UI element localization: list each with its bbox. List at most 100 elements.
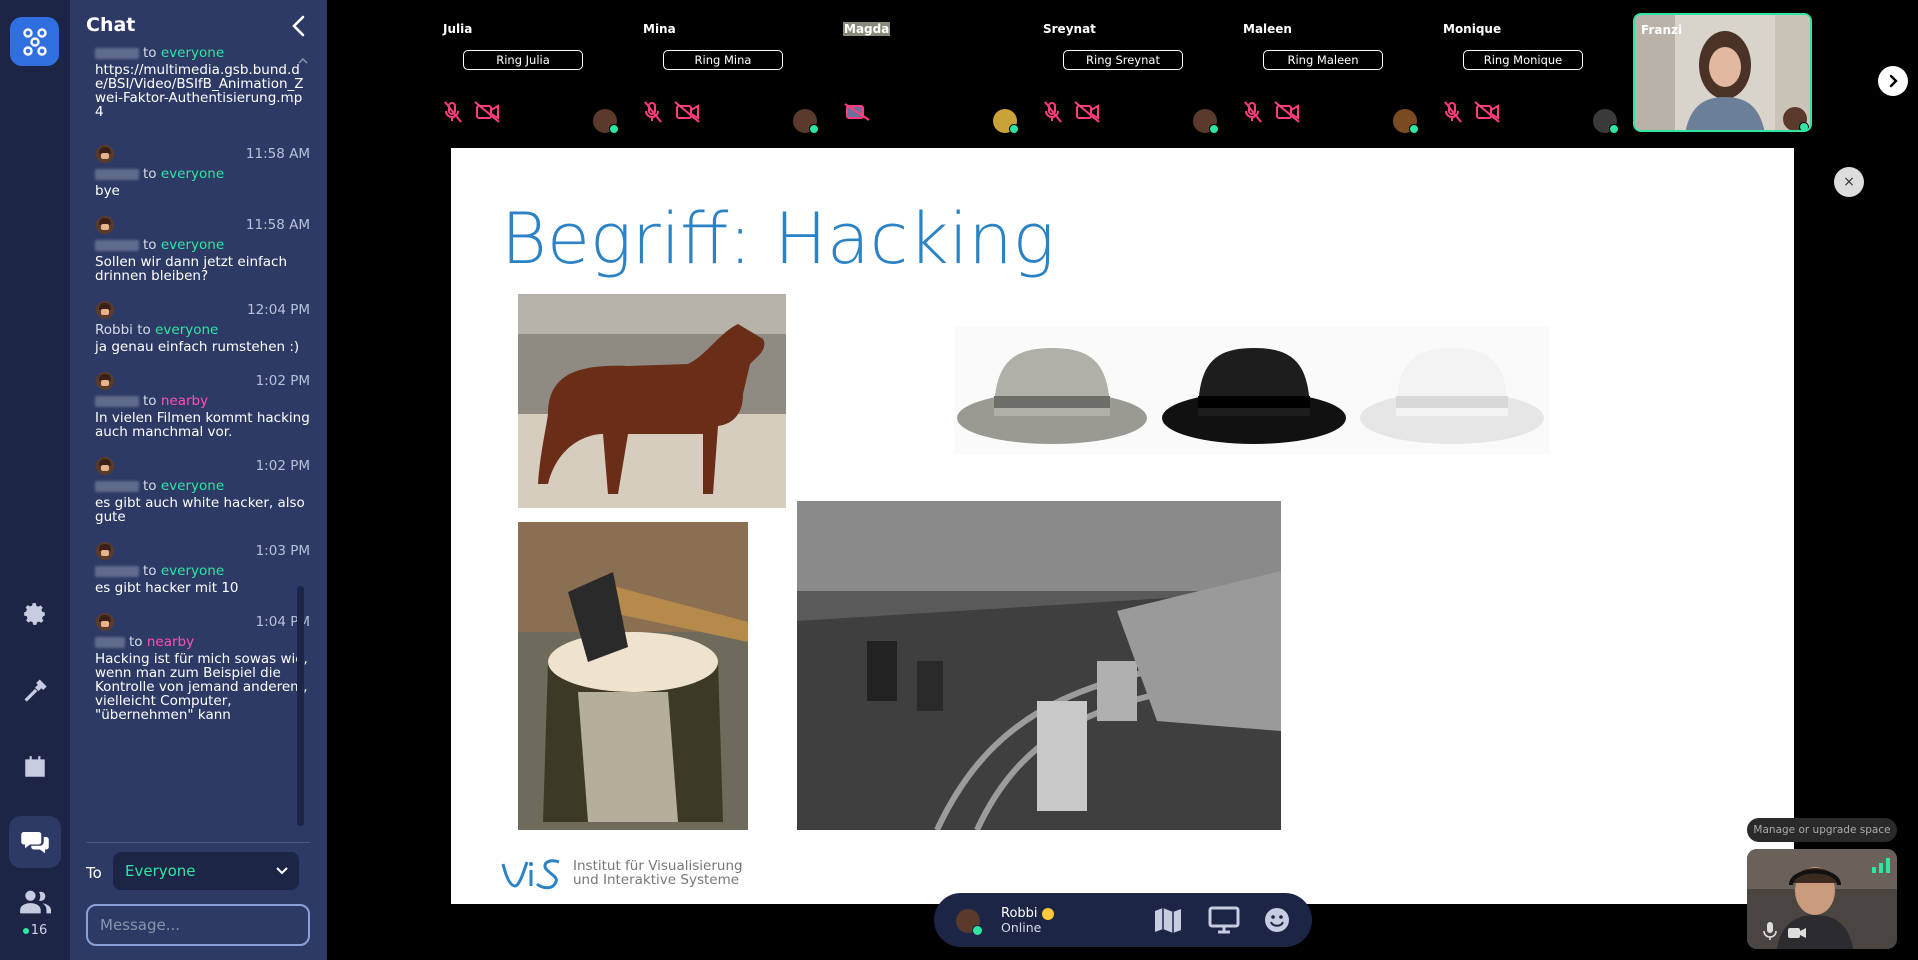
participant-avatar [1193, 109, 1219, 134]
audience-label: nearby [146, 634, 195, 650]
chat-panel: Chat to everyone https://multimedia.gsb.… [70, 0, 327, 960]
hammer-icon[interactable] [9, 664, 61, 716]
participant-tile[interactable]: Magda [843, 14, 1023, 136]
sender-name-blurred [95, 239, 139, 251]
recipient-value: Everyone [125, 862, 196, 880]
sender-avatar [95, 456, 115, 476]
message-input[interactable] [86, 904, 310, 946]
participant-tile[interactable]: Julia Ring Julia [443, 14, 623, 136]
institute-name: Institut für Visualisierung und Interakti… [573, 859, 743, 887]
chat-message-list: to everyone https://multimedia.gsb.bund.… [70, 46, 310, 836]
star-eyes-emoji-icon [1041, 907, 1054, 920]
participant-avatar [593, 109, 619, 134]
self-video-preview[interactable] [1747, 849, 1897, 949]
bottom-toolbar: Robbi Online [934, 893, 1312, 947]
participant-name: Magda [843, 22, 891, 36]
participant-avatar [1783, 107, 1809, 130]
calendar-icon[interactable] [9, 741, 61, 793]
user-status: Online [1001, 920, 1042, 935]
audience-label: everyone [160, 563, 225, 579]
to-word: to [143, 46, 157, 61]
chevron-down-icon [275, 852, 289, 904]
chat-bubbles-icon[interactable] [9, 816, 61, 868]
chat-scrollbar[interactable] [297, 586, 304, 826]
participant-tile[interactable]: Monique Ring Monique [1443, 14, 1623, 136]
participant-tile[interactable]: Sreynat Ring Sreynat [1043, 14, 1223, 136]
to-word: to [143, 478, 157, 494]
app-logo-icon[interactable] [10, 17, 59, 66]
media-status [1043, 100, 1103, 128]
emoji-smile-icon[interactable] [1262, 905, 1294, 935]
audience-label: everyone [155, 322, 219, 338]
sender-name-blurred [95, 47, 139, 59]
participant-name: Maleen [1243, 22, 1292, 36]
participant-avatar [1593, 109, 1619, 134]
to-word: to [143, 237, 157, 253]
recipient-select[interactable]: Everyone [113, 852, 299, 890]
media-status [1243, 100, 1303, 128]
recipient-label: To [86, 864, 102, 882]
user-avatar[interactable] [956, 909, 983, 936]
message-text: In vielen Filmen kommt hacking auch manc… [95, 410, 310, 440]
ring-button[interactable]: Ring Monique [1463, 50, 1583, 70]
close-icon[interactable]: × [1834, 167, 1864, 197]
ring-button[interactable]: Ring Julia [463, 50, 583, 70]
media-status [443, 100, 503, 128]
map-icon[interactable] [1152, 905, 1184, 935]
manage-space-tooltip[interactable]: Manage or upgrade space [1747, 818, 1897, 842]
online-dot-icon [22, 927, 29, 934]
message-time: 1:03 PM [255, 543, 310, 559]
settings-gear-icon[interactable] [9, 588, 61, 640]
microphone-icon[interactable] [1763, 921, 1777, 945]
hats-image [954, 326, 1550, 454]
screen-share-icon[interactable] [1208, 905, 1240, 935]
participant-name: Franzi [1641, 23, 1683, 37]
message-time: 1:02 PM [255, 373, 310, 389]
sender-name-blurred [95, 565, 139, 577]
collapse-chevron-left-icon[interactable] [288, 14, 310, 38]
chat-message: 1:02 PM to everyone es gibt auch white h… [70, 453, 310, 524]
sender-name-blurred [95, 480, 139, 492]
to-word: to [129, 634, 143, 650]
to-word: to [143, 563, 157, 579]
to-word: to [137, 322, 151, 338]
media-status [1443, 100, 1503, 128]
participant-avatar [1393, 109, 1419, 134]
institute-line2: und Interaktive Systeme [573, 872, 740, 888]
chat-message: 11:58 AM to everyone Sollen wir dann jet… [70, 212, 310, 283]
to-word: to [143, 166, 157, 182]
participant-avatar [993, 109, 1019, 134]
chat-message: to everyone https://multimedia.gsb.bund.… [70, 46, 310, 119]
users-icon[interactable] [9, 882, 61, 922]
online-count-value: 16 [30, 923, 48, 938]
ring-button[interactable]: Ring Mina [663, 50, 783, 70]
message-text: ja genau einfach rumstehen :) [95, 339, 300, 355]
message-text: bye [95, 183, 120, 199]
participant-avatar [793, 109, 819, 134]
message-time: 1:02 PM [255, 458, 310, 474]
video-tile[interactable]: Franzi [1633, 13, 1812, 132]
chevron-right-icon[interactable] [1878, 66, 1908, 96]
participant-name: Sreynat [1043, 22, 1096, 36]
institute-line1: Institut für Visualisierung [573, 858, 743, 874]
online-user-count: 16 [0, 923, 70, 938]
chat-title: Chat [86, 14, 136, 36]
participant-tile[interactable]: Maleen Ring Maleen [1243, 14, 1423, 136]
user-name: Robbi [1001, 906, 1054, 921]
participant-tile[interactable]: Mina Ring Mina [643, 14, 823, 136]
sender-avatar [95, 300, 115, 320]
sender-avatar [95, 144, 115, 164]
message-text: Hacking ist für mich sowas wie, wenn man… [95, 651, 308, 723]
camera-icon[interactable] [1787, 925, 1807, 944]
chat-divider [86, 842, 310, 843]
message-time: 11:58 AM [245, 217, 310, 233]
ring-button[interactable]: Ring Maleen [1263, 50, 1383, 70]
audience-label: everyone [160, 46, 225, 61]
sender-name-blurred [95, 395, 139, 407]
ring-button[interactable]: Ring Sreynat [1063, 50, 1183, 70]
message-text: https://multimedia.gsb.bund.de/BSI/Video… [95, 62, 304, 120]
message-time: 12:04 PM [247, 302, 310, 318]
sender-name: Robbi [95, 322, 133, 338]
sender-avatar [95, 371, 115, 391]
participant-name: Monique [1443, 22, 1502, 36]
